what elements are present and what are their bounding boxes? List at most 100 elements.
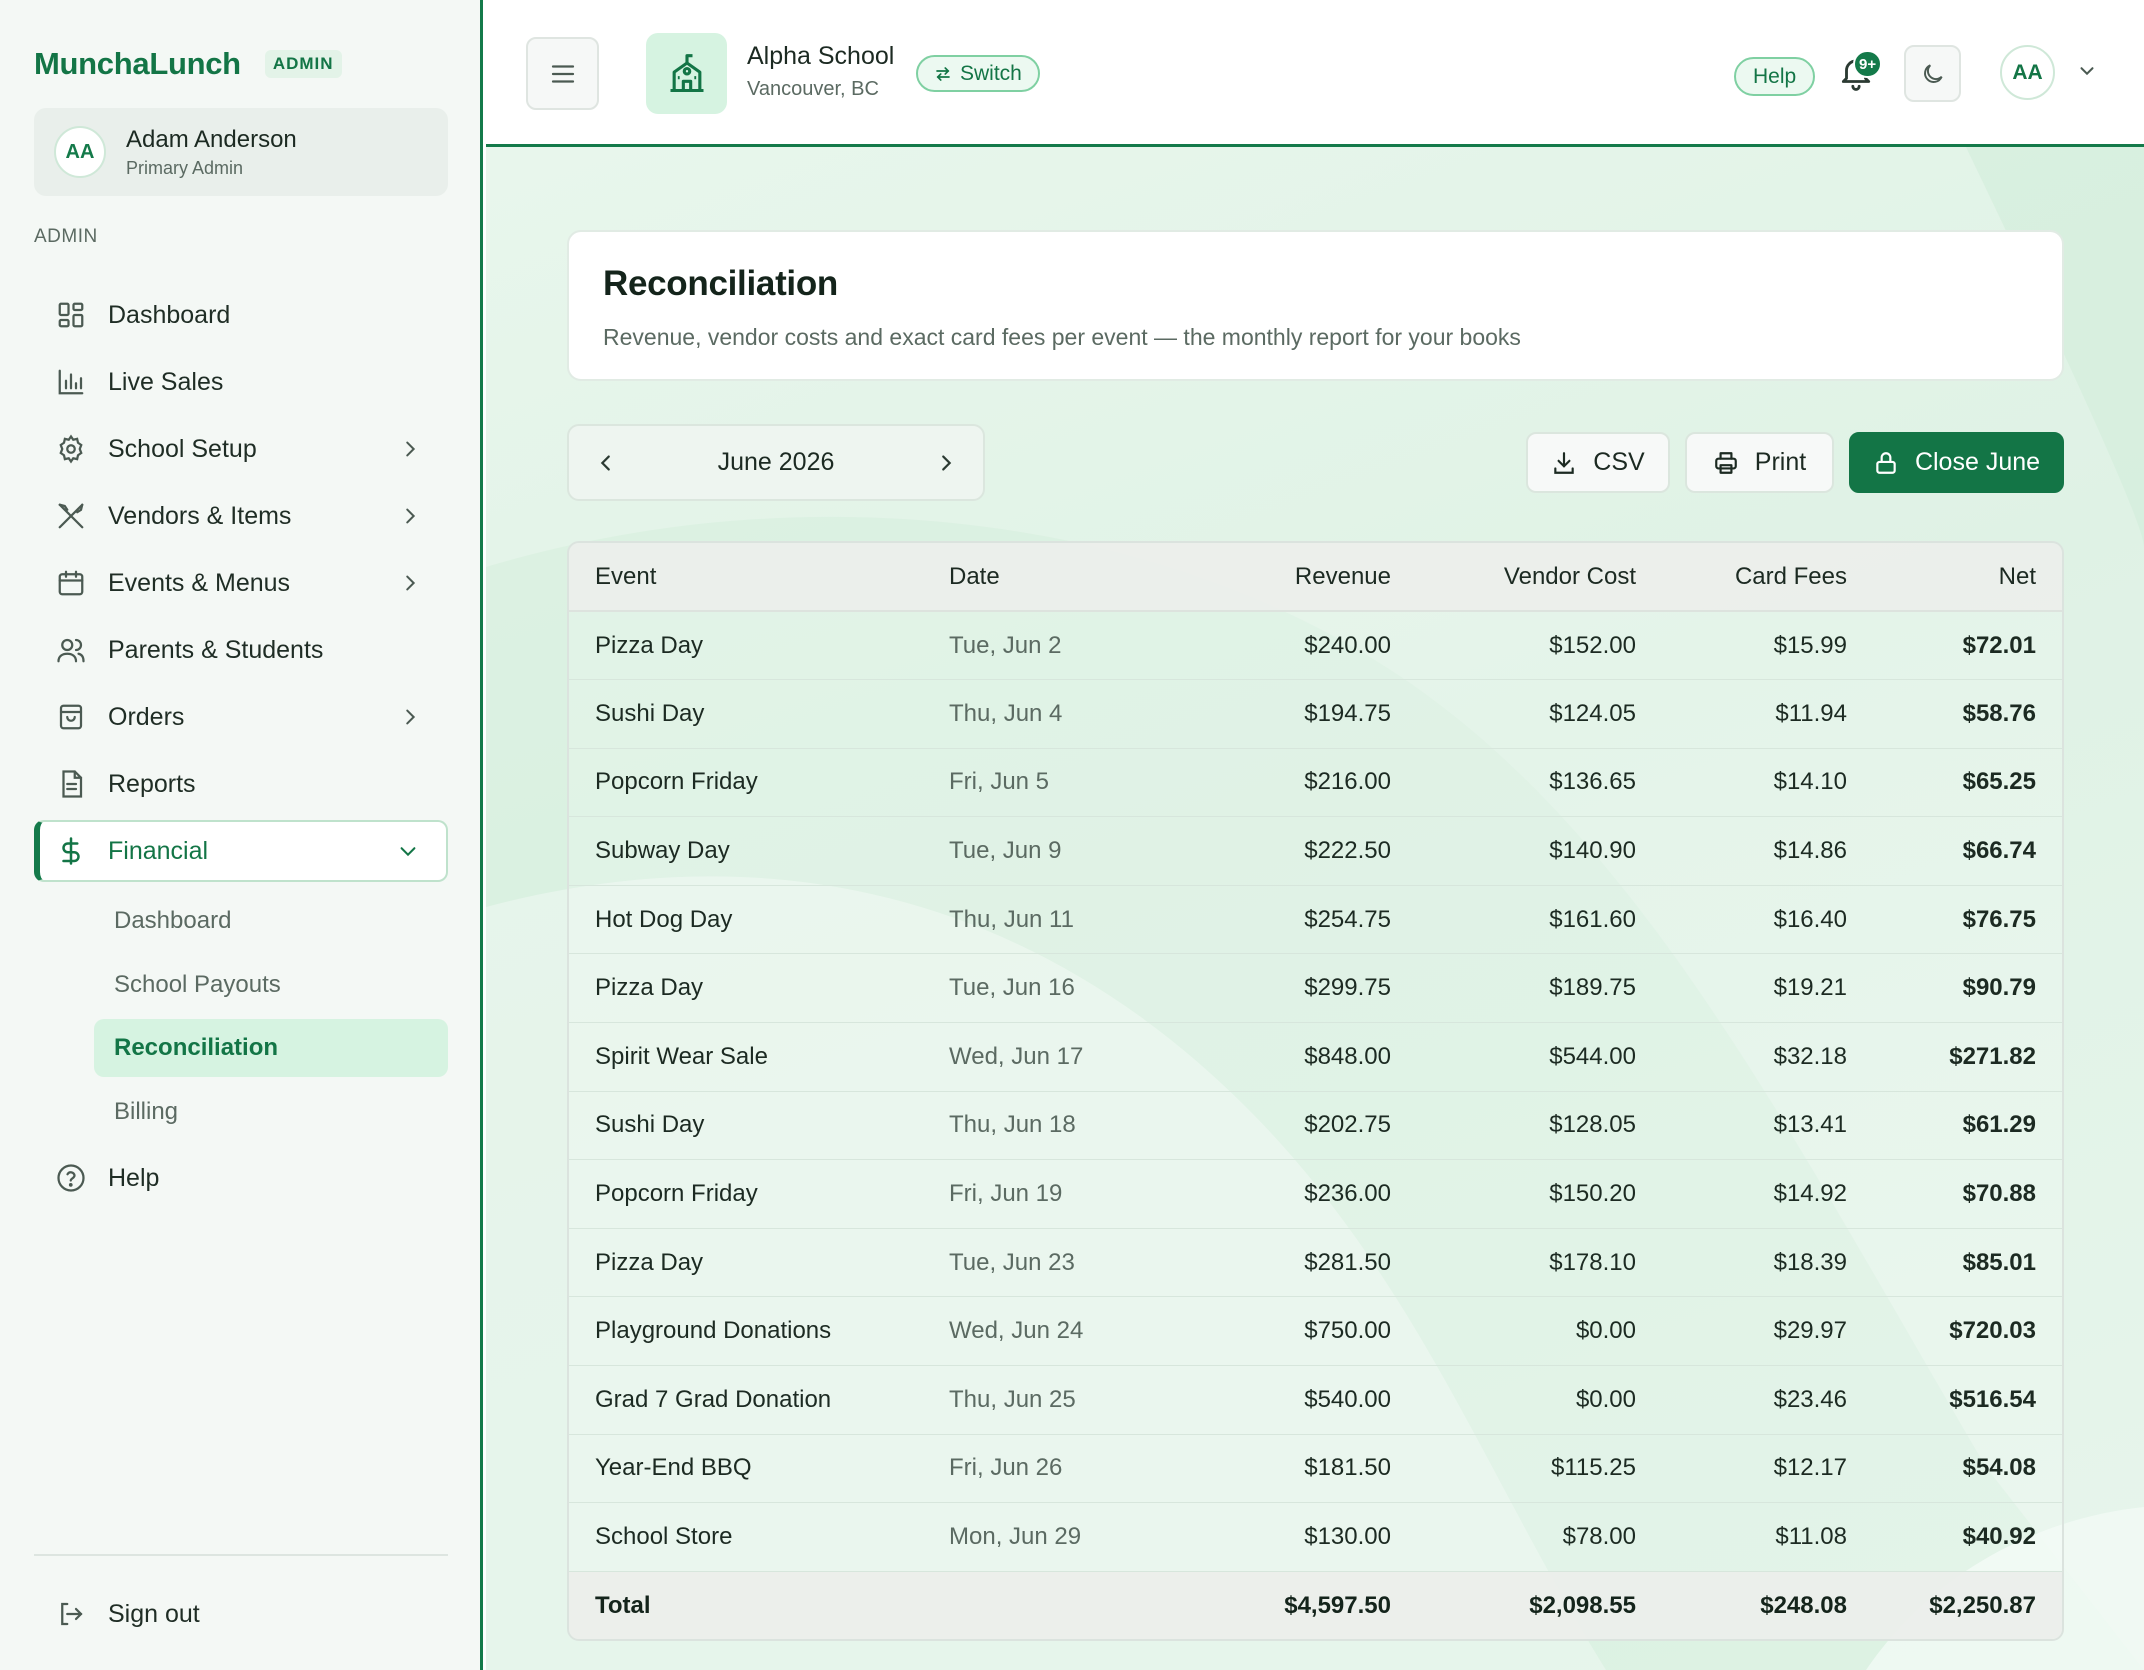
school-name: Alpha School (747, 42, 895, 70)
table-row[interactable]: Pizza Day Tue, Jun 2 $240.00 $152.00 $15.99 $… (569, 611, 2062, 681)
switch-school-button[interactable]: Switch (916, 55, 1040, 92)
cell-date: Tue, Jun 23 (949, 1228, 1209, 1298)
page-subtitle: Revenue, vendor costs and exact card fee… (603, 324, 1521, 350)
sidebar-item-label: School Setup (108, 434, 257, 463)
table-row[interactable]: Popcorn Friday Fri, Jun 5 $216.00 $136.65 $1… (569, 748, 2062, 818)
total-card-fees: $248.08 (1636, 1571, 1847, 1640)
column-header-event[interactable]: Event (569, 543, 949, 612)
users-icon (54, 633, 88, 667)
page-header-card: Reconciliation Revenue, vendor costs and… (567, 230, 2064, 381)
sidebar-subitem-reconciliation[interactable]: Reconciliation (94, 1019, 448, 1077)
cell-card-fees: $15.99 (1636, 611, 1847, 681)
user-card[interactable]: AA Adam Anderson Primary Admin (34, 108, 448, 196)
sidebar-item-financial[interactable]: Financial (34, 820, 448, 882)
cell-event: Hot Dog Day (569, 885, 949, 955)
sidebar-item-school-setup[interactable]: School Setup (34, 419, 448, 479)
table-row[interactable]: Popcorn Friday Fri, Jun 19 $236.00 $150.20 $… (569, 1159, 2062, 1229)
table-row[interactable]: Spirit Wear Sale Wed, Jun 17 $848.00 $544.0… (569, 1022, 2062, 1092)
cell-vendor-cost: $124.05 (1391, 679, 1636, 749)
theme-toggle-button[interactable] (1904, 45, 1961, 102)
table-row[interactable]: Sushi Day Thu, Jun 4 $194.75 $124.05 $11.94 $… (569, 679, 2062, 749)
brand-name[interactable]: MunchaLunch (34, 46, 241, 82)
table-row[interactable]: Pizza Day Tue, Jun 23 $281.50 $178.10 $18.39… (569, 1228, 2062, 1298)
cell-card-fees: $29.97 (1636, 1296, 1847, 1367)
cell-vendor-cost: $78.00 (1391, 1502, 1636, 1572)
close-month-label: Close June (1914, 448, 2041, 476)
csv-button[interactable]: CSV (1526, 432, 1670, 493)
cell-vendor-cost: $0.00 (1391, 1296, 1636, 1367)
cell-net: $58.76 (1847, 679, 2062, 749)
sidebar-item-orders[interactable]: Orders (34, 687, 448, 747)
table-row[interactable]: School Store Mon, Jun 29 $130.00 $78.00 $11.… (569, 1502, 2062, 1572)
utensils-icon (54, 499, 88, 533)
sidebar-item-events-menus[interactable]: Events & Menus (34, 553, 448, 613)
column-header-revenue[interactable]: Revenue (1209, 543, 1391, 612)
cell-revenue: $240.00 (1209, 611, 1391, 681)
sidebar-item-reports[interactable]: Reports (34, 754, 448, 814)
cell-event: Sushi Day (569, 1091, 949, 1161)
cell-net: $66.74 (1847, 816, 2062, 886)
chevron-down-icon[interactable] (2076, 60, 2102, 86)
sidebar-subitem-dashboard[interactable]: Dashboard (94, 892, 448, 950)
csv-label: CSV (1593, 448, 1645, 476)
user-info: Adam Anderson Primary Admin (126, 126, 297, 179)
sidebar-item-label: Reports (108, 769, 196, 798)
chevron-right-icon (390, 429, 430, 469)
cell-revenue: $194.75 (1209, 679, 1391, 749)
cell-event: School Store (569, 1502, 949, 1572)
sidebar-item-parents-students[interactable]: Parents & Students (34, 620, 448, 680)
column-header-date[interactable]: Date (949, 543, 1209, 612)
hamburger-icon (551, 64, 574, 83)
table-row[interactable]: Playground Donations Wed, Jun 24 $750.00 $0… (569, 1296, 2062, 1367)
column-header-net[interactable]: Net (1847, 543, 2062, 612)
close-month-button[interactable]: Close June (1849, 432, 2064, 493)
chevron-left-icon (600, 454, 610, 471)
cell-vendor-cost: $140.90 (1391, 816, 1636, 886)
cell-date: Thu, Jun 25 (949, 1365, 1209, 1435)
sidebar-item-help[interactable]: Help (34, 1148, 448, 1208)
previous-month-button[interactable] (569, 426, 643, 500)
user-avatar-button[interactable]: AA (2000, 45, 2055, 100)
sidebar: MunchaLunch ADMIN AA Adam Anderson Prima… (0, 0, 483, 1670)
sidebar-subitem-school-payouts[interactable]: School Payouts (94, 956, 448, 1014)
cell-net: $90.79 (1847, 953, 2062, 1024)
cell-event: Spirit Wear Sale (569, 1022, 949, 1092)
notification-badge: 9+ (1853, 50, 1883, 78)
table-row[interactable]: Sushi Day Thu, Jun 18 $202.75 $128.05 $13.41… (569, 1091, 2062, 1161)
cell-vendor-cost: $161.60 (1391, 885, 1636, 955)
sign-out-button[interactable]: Sign out (34, 1584, 448, 1644)
cell-revenue: $236.00 (1209, 1159, 1391, 1229)
sidebar-item-vendors-items[interactable]: Vendors & Items (34, 486, 448, 546)
user-name: Adam Anderson (126, 125, 297, 153)
print-label: Print (1754, 448, 1807, 476)
cell-date: Tue, Jun 16 (949, 953, 1209, 1024)
sidebar-item-dashboard[interactable]: Dashboard (34, 285, 448, 345)
lock-icon (1876, 451, 1896, 474)
cell-date: Mon, Jun 29 (949, 1502, 1209, 1572)
cell-net: $70.88 (1847, 1159, 2062, 1229)
table-row[interactable]: Pizza Day Tue, Jun 16 $299.75 $189.75 $19.21… (569, 953, 2062, 1024)
total-net: $2,250.87 (1847, 1571, 2062, 1640)
print-button[interactable]: Print (1685, 432, 1834, 493)
sidebar-subitem-billing[interactable]: Billing (94, 1083, 448, 1141)
sidebar-item-label: Orders (108, 702, 185, 731)
cell-date: Fri, Jun 19 (949, 1159, 1209, 1229)
table-row[interactable]: Subway Day Tue, Jun 9 $222.50 $140.90 $14.86… (569, 816, 2062, 886)
cell-event: Year-End BBQ (569, 1434, 949, 1504)
menu-toggle-button[interactable] (526, 37, 599, 110)
column-header-card-fees[interactable]: Card Fees (1636, 543, 1847, 612)
table-row[interactable]: Grad 7 Grad Donation Thu, Jun 25 $540.00 $0… (569, 1365, 2062, 1435)
column-header-vendor-cost[interactable]: Vendor Cost (1391, 543, 1636, 612)
cell-vendor-cost: $544.00 (1391, 1022, 1636, 1092)
sidebar-item-live-sales[interactable]: Live Sales (34, 352, 448, 412)
sign-out-icon (54, 1597, 88, 1631)
sidebar-item-label: Events & Menus (108, 568, 291, 597)
cell-revenue: $281.50 (1209, 1228, 1391, 1298)
help-button[interactable]: Help (1734, 57, 1816, 96)
table-row[interactable]: Hot Dog Day Thu, Jun 11 $254.75 $161.60 $16.… (569, 885, 2062, 955)
table-row[interactable]: Year-End BBQ Fri, Jun 26 $181.50 $115.25 $12… (569, 1434, 2062, 1504)
cell-revenue: $130.00 (1209, 1502, 1391, 1572)
cell-card-fees: $18.39 (1636, 1228, 1847, 1298)
next-month-button[interactable] (909, 426, 983, 500)
main-content: Reconciliation Revenue, vendor costs and… (486, 147, 2144, 1670)
